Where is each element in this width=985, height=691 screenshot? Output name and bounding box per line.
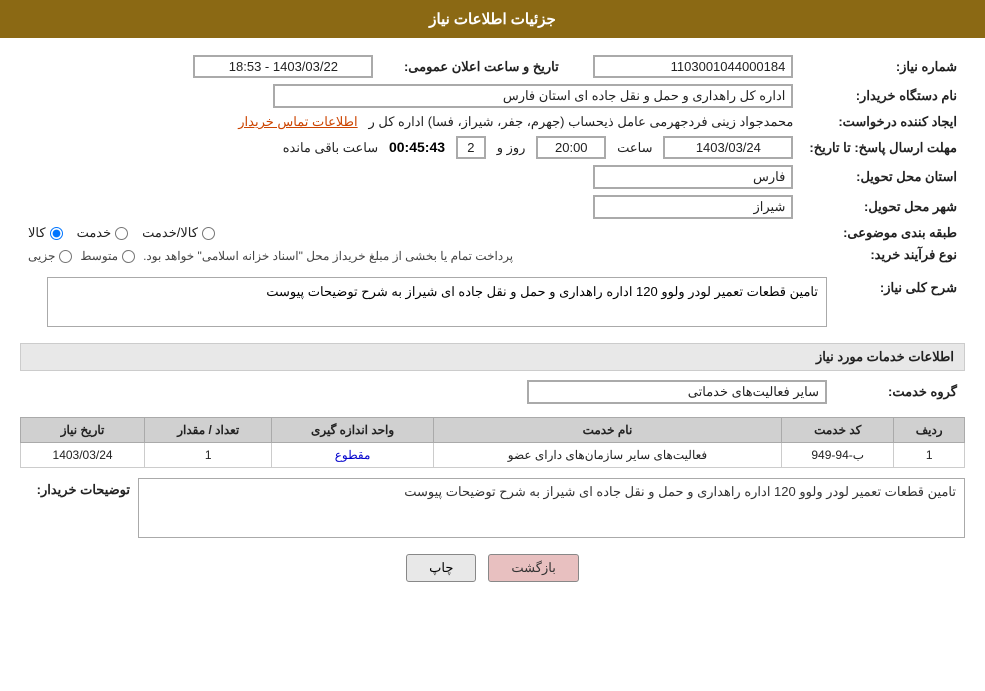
buyer-desc-label: توضیحات خریدار: bbox=[20, 478, 130, 498]
goroh-khadamat-value: سایر فعالیت‌های خدماتی bbox=[527, 380, 827, 404]
sharh-niaz-label: شرح کلی نیاز: bbox=[835, 274, 965, 333]
services-table: ردیف کد خدمت نام خدمت واحد اندازه گیری ت… bbox=[20, 417, 965, 468]
print-button[interactable]: چاپ bbox=[406, 554, 476, 582]
goroh-khadamat-row: گروه خدمت: سایر فعالیت‌های خدماتی bbox=[20, 377, 965, 407]
tarikh-elan-value: 1403/03/22 - 18:53 bbox=[193, 55, 373, 78]
baghimande-value: 00:45:43 bbox=[389, 139, 445, 155]
buyer-desc-box: تامین قطعات تعمیر لودر ولوو 120 اداره را… bbox=[138, 478, 965, 538]
sharh-niaz-textarea[interactable]: تامین قطعات تعمیر لودر ولوو 120 اداره را… bbox=[47, 277, 827, 327]
roz-label: روز و bbox=[497, 140, 526, 155]
ostan-label: استان محل تحویل: bbox=[801, 162, 965, 192]
radio-jozii: جزیی bbox=[28, 249, 72, 263]
saat-value: 20:00 bbox=[536, 136, 606, 159]
ijad-konande-value: محمدجواد زینی فردجهرمی عامل ذیحساب (جهرم… bbox=[368, 114, 793, 129]
etelaate-tamas-link[interactable]: اطلاعات تماس خریدار bbox=[238, 114, 357, 129]
shomare-niaz-label: شماره نیاز: bbox=[801, 52, 965, 81]
tabaqe-radio-group: کالا خدمت کالا/خدمت bbox=[28, 225, 793, 241]
radio-kala-input[interactable] bbox=[50, 227, 63, 240]
col-tedad: تعداد / مقدار bbox=[145, 418, 272, 443]
radio-khadamat-label: خدمت bbox=[77, 225, 112, 241]
radio-motaset-input[interactable] bbox=[122, 250, 135, 263]
nam-dastgah-value: اداره کل راهداری و حمل و نقل جاده ای است… bbox=[273, 84, 793, 108]
radio-kala-khadamat: کالا/خدمت bbox=[142, 225, 215, 241]
col-vahed: واحد اندازه گیری bbox=[272, 418, 433, 443]
sharh-niaz-section: شرح کلی نیاز: تامین قطعات تعمیر لودر ولو… bbox=[20, 274, 965, 333]
buttons-row: بازگشت چاپ bbox=[20, 554, 965, 582]
table-cell-2: فعالیت‌های سایر سازمان‌های دارای عضو bbox=[433, 443, 781, 468]
saat-label: ساعت bbox=[617, 140, 652, 155]
table-row: 1ب-94-949فعالیت‌های سایر سازمان‌های دارا… bbox=[21, 443, 965, 468]
radio-motaset-label: متوسط bbox=[80, 249, 118, 263]
page-header: جزئیات اطلاعات نیاز bbox=[0, 0, 985, 38]
col-tarikh: تاریخ نیاز bbox=[21, 418, 145, 443]
radio-motaset: متوسط bbox=[80, 249, 135, 263]
tarikh-elan-label: تاریخ و ساعت اعلان عمومی: bbox=[381, 52, 581, 81]
nam-dastgah-label: نام دستگاه خریدار: bbox=[801, 81, 965, 111]
tabaqe-label: طبقه بندی موضوعی: bbox=[801, 222, 965, 244]
radio-kala-label: کالا bbox=[28, 225, 46, 241]
table-cell-5: 1403/03/24 bbox=[21, 443, 145, 468]
ijad-konande-label: ایجاد کننده درخواست: bbox=[801, 111, 965, 133]
goroh-khadamat-label: گروه خدمت: bbox=[835, 377, 965, 407]
radio-kala: کالا bbox=[28, 225, 63, 241]
ettelaat-khadamat-title: اطلاعات خدمات مورد نیاز bbox=[20, 343, 965, 371]
table-cell-3: مقطوع bbox=[272, 443, 433, 468]
col-nam: نام خدمت bbox=[433, 418, 781, 443]
noe-farayand-row: جزیی متوسط پرداخت تمام یا بخشی از مبلغ خ… bbox=[28, 249, 793, 263]
noe-farayand-label: نوع فرآیند خرید: bbox=[801, 244, 965, 266]
shomare-niaz-value: 1103001044000184 bbox=[593, 55, 793, 78]
shahr-value: شیراز bbox=[593, 195, 793, 219]
table-cell-1: ب-94-949 bbox=[782, 443, 894, 468]
shahr-label: شهر محل تحویل: bbox=[801, 192, 965, 222]
ostan-value: فارس bbox=[593, 165, 793, 189]
services-section: ردیف کد خدمت نام خدمت واحد اندازه گیری ت… bbox=[20, 417, 965, 468]
buyer-desc-section: توضیحات خریدار: تامین قطعات تعمیر لودر و… bbox=[20, 478, 965, 538]
radio-jozii-input[interactable] bbox=[59, 250, 72, 263]
baghimande-label: ساعت باقی مانده bbox=[283, 140, 378, 155]
radio-kala-khadamat-input[interactable] bbox=[202, 227, 215, 240]
table-cell-4: 1 bbox=[145, 443, 272, 468]
roz-value: 2 bbox=[456, 136, 486, 159]
radio-khadamat: خدمت bbox=[77, 225, 129, 241]
radio-jozii-label: جزیی bbox=[28, 249, 55, 263]
col-kod: کد خدمت bbox=[782, 418, 894, 443]
back-button[interactable]: بازگشت bbox=[488, 554, 578, 582]
noe-farayand-desc: پرداخت تمام یا بخشی از مبلغ خریداز محل "… bbox=[143, 249, 513, 263]
mohlat-label: مهلت ارسال پاسخ: تا تاریخ: bbox=[801, 133, 965, 162]
table-cell-0: 1 bbox=[894, 443, 965, 468]
col-radif: ردیف bbox=[894, 418, 965, 443]
mohlat-date-value: 1403/03/24 bbox=[663, 136, 793, 159]
radio-khadamat-input[interactable] bbox=[115, 227, 128, 240]
radio-kala-khadamat-label: کالا/خدمت bbox=[142, 225, 198, 241]
main-info-table: شماره نیاز: 1103001044000184 تاریخ و ساع… bbox=[20, 52, 965, 266]
